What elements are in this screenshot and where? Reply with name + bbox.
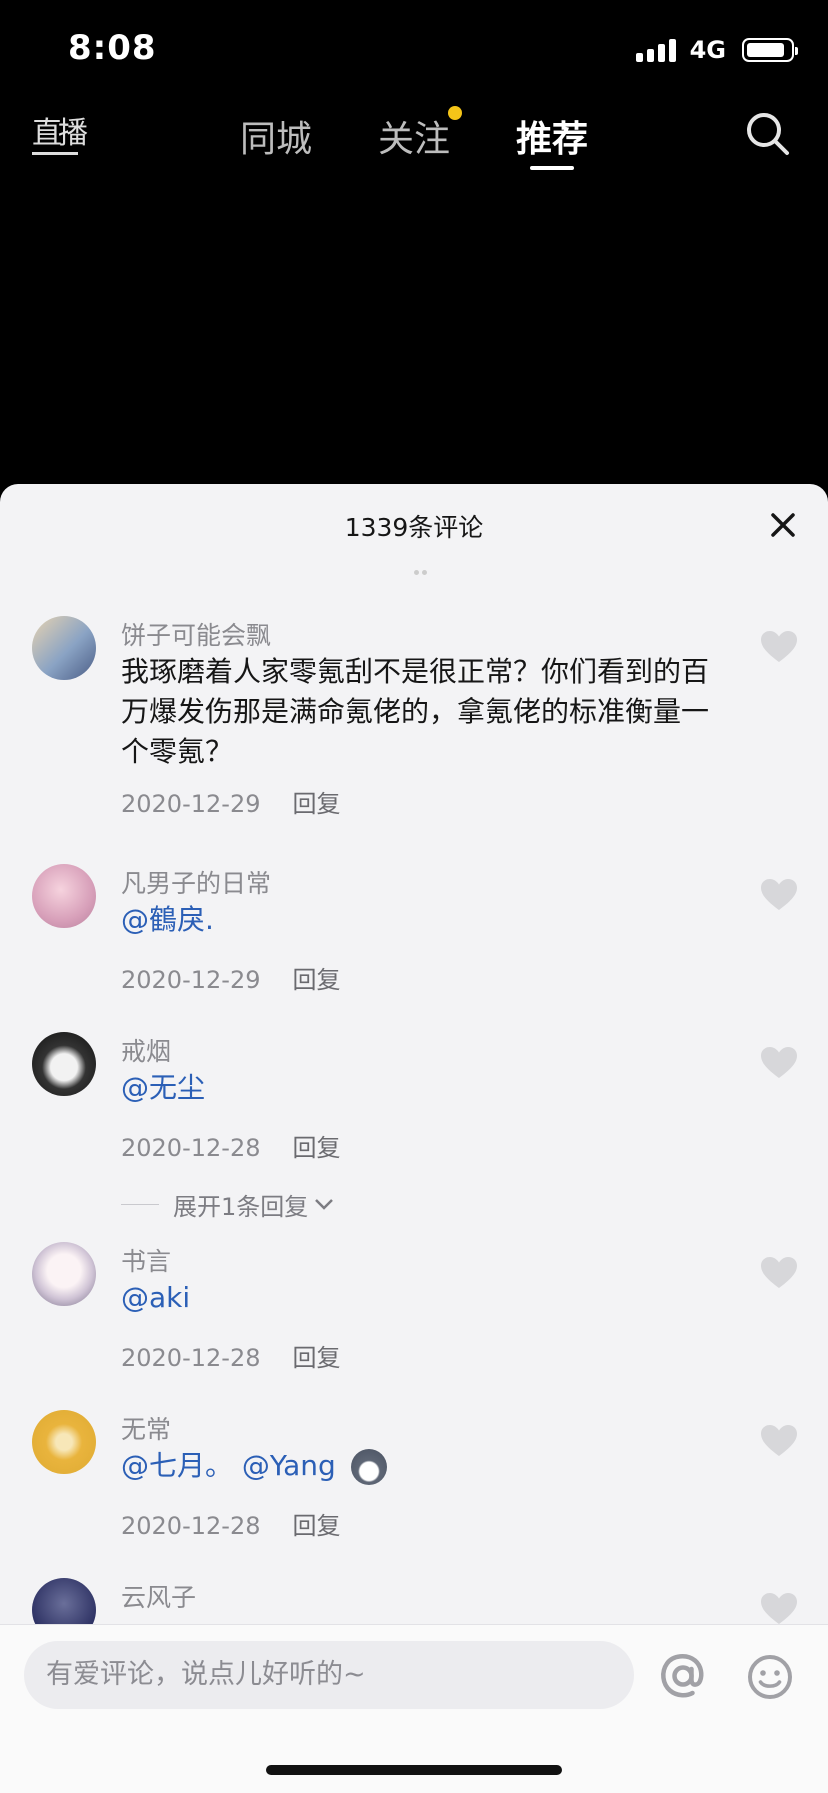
comment-mention[interactable]: @aki xyxy=(121,1278,731,1318)
status-bar: 8:08 4G xyxy=(0,0,828,96)
comment-item: 戒烟 @无尘 2020-12-28 回复 xyxy=(0,1032,828,1162)
battery-icon xyxy=(742,38,798,62)
like-heart-icon[interactable] xyxy=(760,878,798,912)
avatar[interactable] xyxy=(32,1032,96,1096)
network-label: 4G xyxy=(689,36,726,64)
comment-text: 我琢磨着人家零氪刮不是很正常？你们看到的百万爆发伤那是满命氪佬的，拿氪佬的标准衡… xyxy=(121,655,710,768)
home-indicator xyxy=(266,1765,562,1775)
chevron-down-icon xyxy=(315,1199,334,1210)
comment-mention[interactable]: @鶴戾. xyxy=(121,900,731,940)
search-icon[interactable] xyxy=(744,110,790,156)
comment-mention[interactable]: @无尘 xyxy=(121,1068,731,1108)
comment-meta: 2020-12-29 回复 xyxy=(121,960,340,995)
reply-button[interactable]: 回复 xyxy=(292,790,340,818)
comment-date: 2020-12-29 xyxy=(121,790,261,818)
comment-meta: 2020-12-28 回复 xyxy=(121,1128,340,1163)
comment-meta: 2020-12-28 回复 xyxy=(121,1338,340,1373)
notification-dot xyxy=(448,106,462,120)
comment-item: 饼子可能会飘 我琢磨着人家零氪刮不是很正常？你们看到的百万爆发伤那是满命氪佬的，… xyxy=(0,616,828,819)
tab-follow[interactable]: 关注 xyxy=(378,110,450,162)
comments-sheet: 1339条评论 饼子可能会飘 我琢磨着人家零氪刮不是很正常？你们看到的百万爆发伤… xyxy=(0,484,828,1792)
comment-username[interactable]: 无常 xyxy=(121,1410,171,1446)
active-tab-underline xyxy=(530,166,574,170)
comment-username[interactable]: 云风子 xyxy=(121,1578,196,1614)
expand-replies-label: 展开1条回复 xyxy=(173,1192,309,1221)
comment-meta: 2020-12-28 回复 xyxy=(121,1506,340,1541)
comment-input-bar: 有爱评论，说点儿好听的~ xyxy=(0,1624,828,1793)
status-indicators: 4G xyxy=(635,36,798,64)
reply-button[interactable]: 回复 xyxy=(292,966,340,994)
comment-username[interactable]: 书言 xyxy=(121,1242,171,1278)
comment-date: 2020-12-28 xyxy=(121,1344,261,1372)
comment-text: @七月。 @Yang xyxy=(121,1446,731,1486)
tab-city[interactable]: 同城 xyxy=(240,110,312,162)
live-icon[interactable]: 直播 xyxy=(32,106,88,156)
comment-date: 2020-12-28 xyxy=(121,1512,261,1540)
divider xyxy=(121,1203,159,1205)
like-heart-icon[interactable] xyxy=(760,1256,798,1290)
like-heart-icon[interactable] xyxy=(760,1592,798,1626)
husky-emoji-icon xyxy=(350,1449,387,1485)
reply-button[interactable]: 回复 xyxy=(292,1134,340,1162)
signal-icon xyxy=(635,38,676,62)
live-label: 直播 xyxy=(32,116,88,151)
like-heart-icon[interactable] xyxy=(760,630,798,664)
avatar[interactable] xyxy=(32,1410,96,1474)
expand-replies-button[interactable]: 展开1条回复 xyxy=(121,1184,334,1224)
at-mention-icon[interactable] xyxy=(658,1651,708,1701)
comment-date: 2020-12-29 xyxy=(121,966,261,994)
comment-item: 书言 @aki 2020-12-28 回复 xyxy=(0,1242,828,1372)
comment-input[interactable]: 有爱评论，说点儿好听的~ xyxy=(24,1641,634,1709)
comment-item: 凡男子的日常 @鶴戾. 2020-12-29 回复 xyxy=(0,864,828,994)
status-time: 8:08 xyxy=(68,28,157,68)
comment-username[interactable]: 凡男子的日常 xyxy=(121,864,271,900)
comment-item: 无常 @七月。 @Yang 2020-12-28 回复 xyxy=(0,1410,828,1540)
scroll-indicator xyxy=(414,560,438,575)
top-nav: 直播 同城 关注 推荐 xyxy=(0,96,828,186)
comment-username[interactable]: 饼子可能会飘 xyxy=(121,616,271,652)
comments-count-title: 1339条评论 xyxy=(344,513,484,542)
comment-mention[interactable]: @七月。 @Yang xyxy=(121,1449,336,1482)
comment-username[interactable]: 戒烟 xyxy=(121,1032,171,1068)
reply-button[interactable]: 回复 xyxy=(292,1512,340,1540)
comment-date: 2020-12-28 xyxy=(121,1134,261,1162)
like-heart-icon[interactable] xyxy=(760,1046,798,1080)
emoji-icon[interactable] xyxy=(746,1653,794,1701)
avatar[interactable] xyxy=(32,616,96,680)
avatar[interactable] xyxy=(32,864,96,928)
comment-meta: 2020-12-29 回复 xyxy=(121,784,340,819)
avatar[interactable] xyxy=(32,1242,96,1306)
reply-button[interactable]: 回复 xyxy=(292,1344,340,1372)
like-heart-icon[interactable] xyxy=(760,1424,798,1458)
tab-recommend[interactable]: 推荐 xyxy=(516,110,588,162)
close-icon[interactable] xyxy=(768,510,798,540)
